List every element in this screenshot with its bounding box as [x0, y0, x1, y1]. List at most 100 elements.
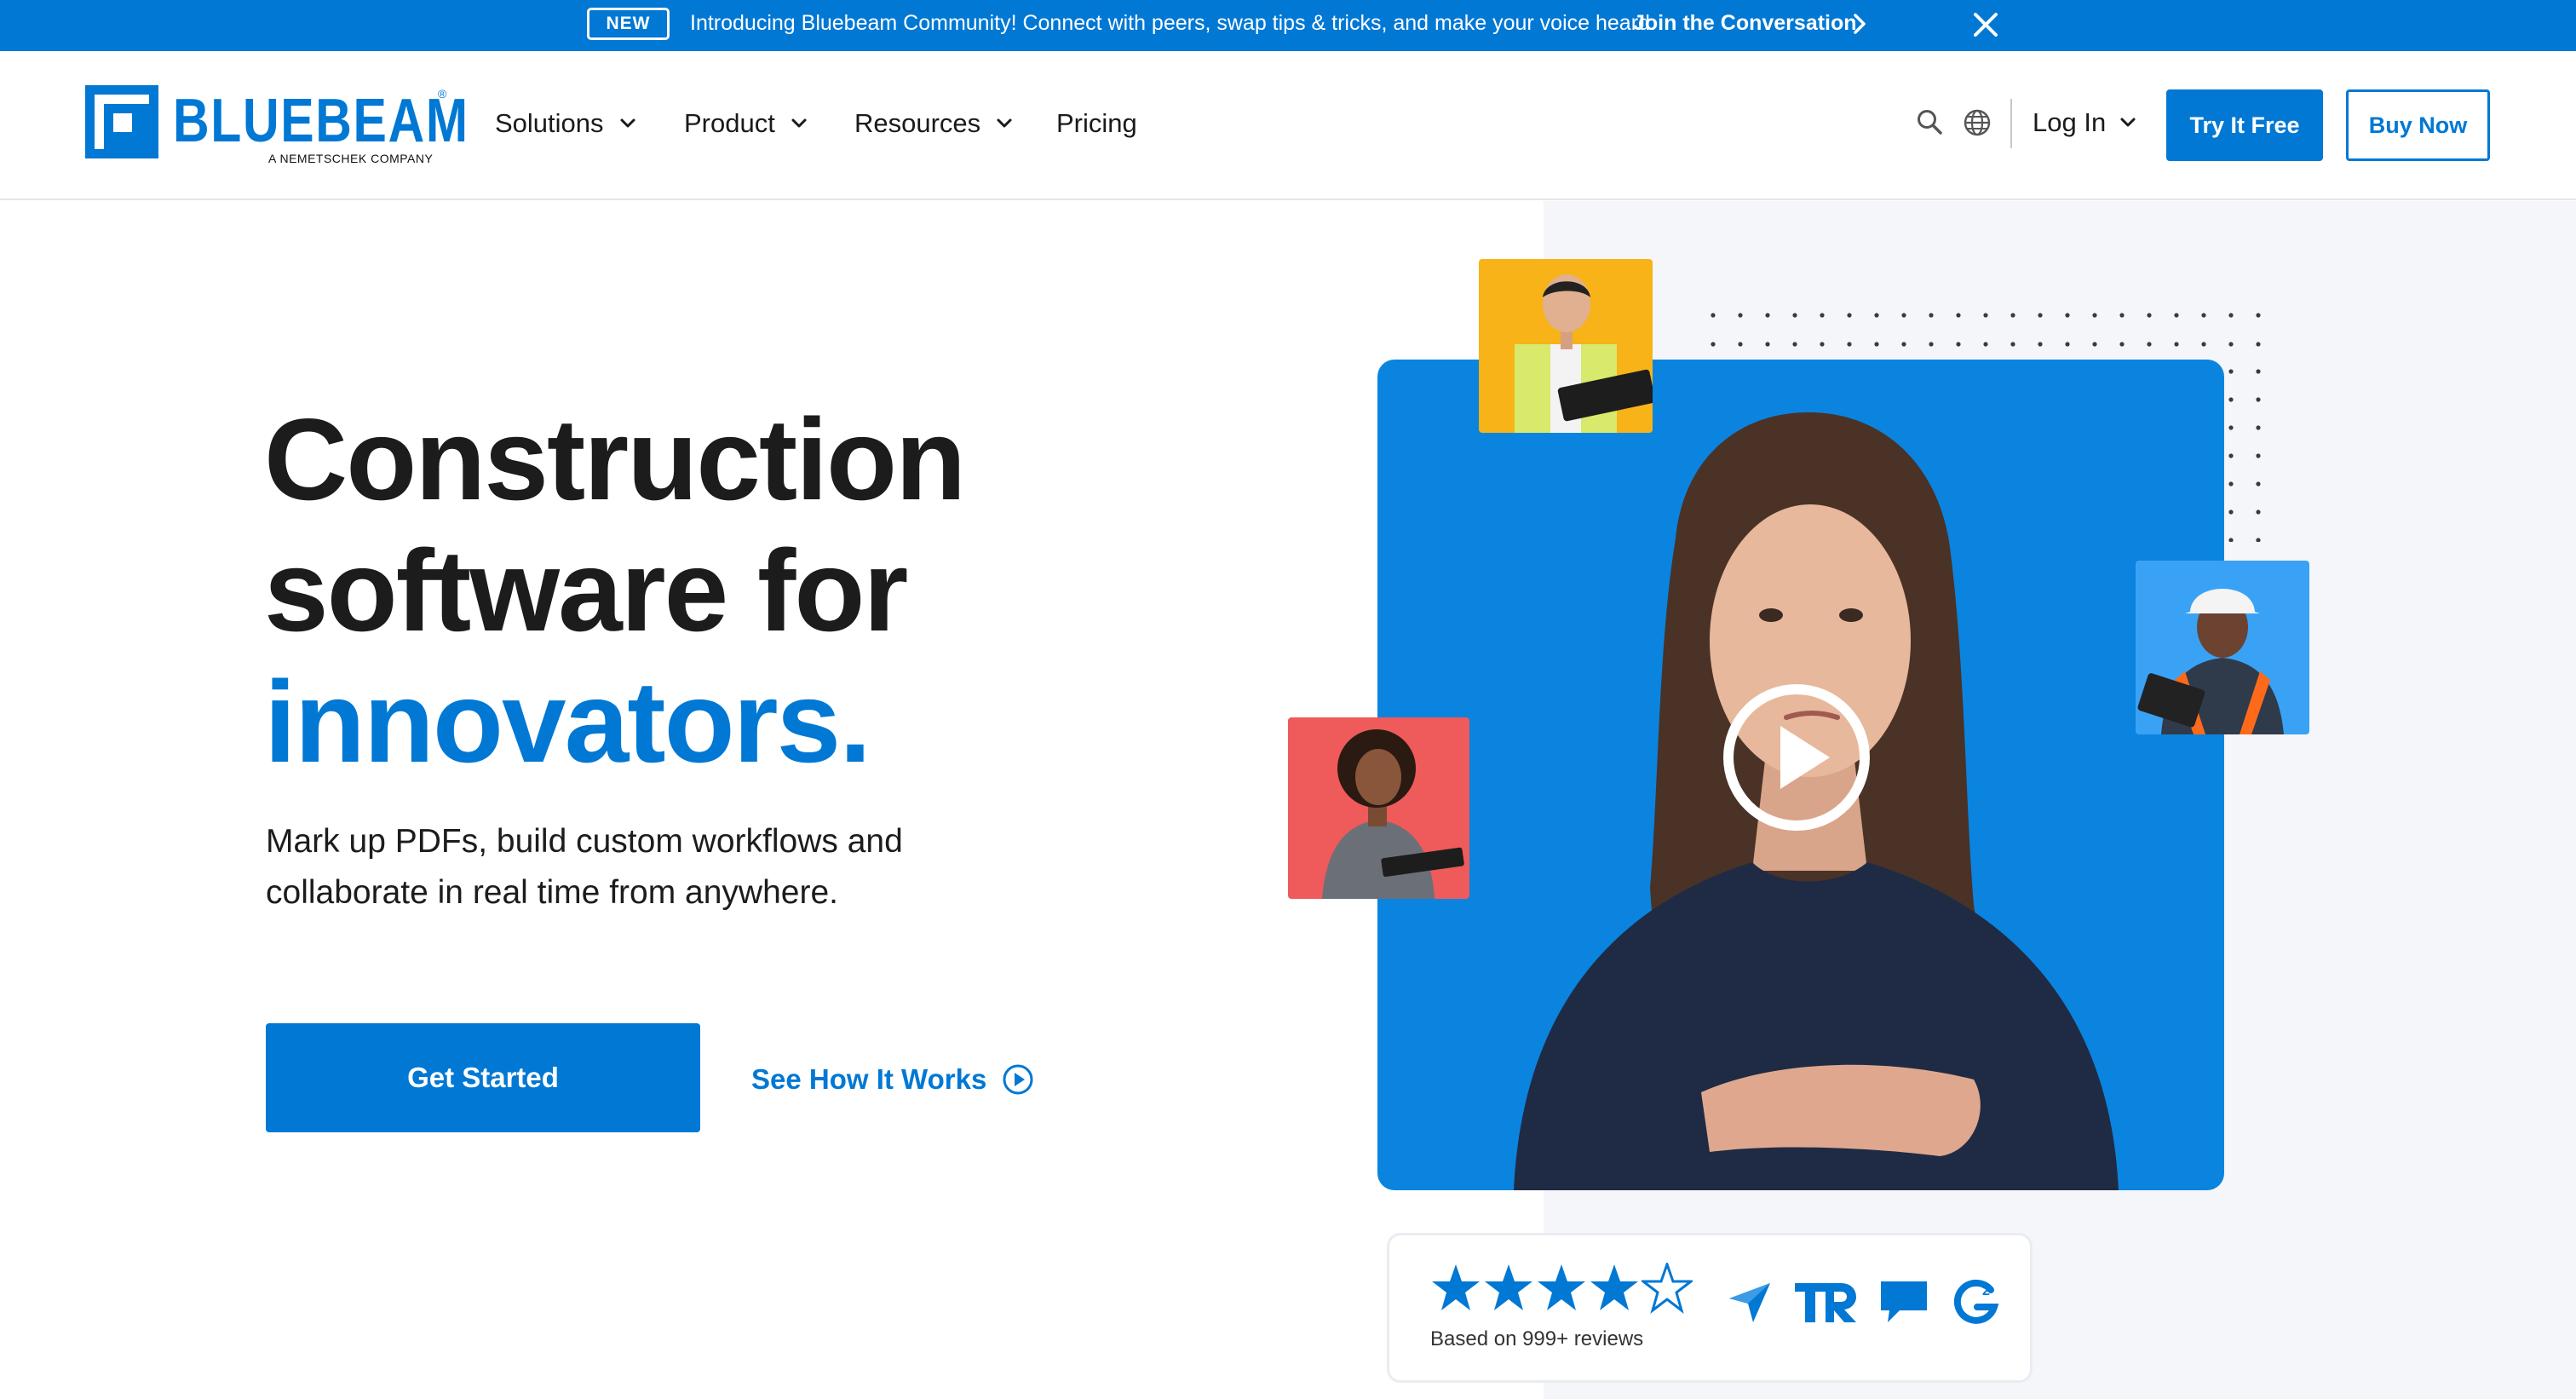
person-illustration [1515, 274, 1653, 433]
software-advice-icon [1881, 1281, 1927, 1322]
chevron-down-icon [620, 118, 635, 128]
decorative-dot [1956, 313, 1961, 318]
star-rating [1432, 1263, 1693, 1312]
decorative-dot [1792, 313, 1797, 318]
play-icon[interactable] [1721, 682, 1872, 833]
thumbnail-worker-hardhat [2136, 561, 2309, 734]
decorative-dot [2256, 342, 2261, 347]
logo-tagline: A NEMETSCHEK COMPANY [268, 152, 434, 165]
get-started-button[interactable]: Get Started [266, 1023, 700, 1132]
decorative-dot [2228, 538, 2234, 542]
chevron-down-icon [997, 118, 1012, 128]
nav-item-pricing[interactable]: Pricing [1056, 102, 1137, 145]
g2-icon: 2 [1953, 1279, 1999, 1324]
person-illustration [2137, 589, 2284, 734]
try-it-free-button[interactable]: Try It Free [2166, 89, 2323, 161]
hero-subcopy: Mark up PDFs, build custom workflows and… [266, 823, 903, 911]
decorative-dot [2256, 369, 2261, 374]
decorative-dot [1738, 342, 1743, 347]
decorative-dot [2174, 342, 2179, 347]
decorative-dot [2174, 313, 2179, 318]
new-badge: NEW [587, 8, 670, 40]
decorative-dot [1901, 313, 1906, 318]
decorative-dot [2065, 313, 2070, 318]
decorative-dot [2228, 397, 2234, 402]
decorative-dot [2201, 342, 2206, 347]
chevron-right-icon[interactable] [1849, 12, 1871, 36]
decorative-dot [2010, 313, 2015, 318]
decorative-dot [1738, 313, 1743, 318]
nav-item-product[interactable]: Product [684, 102, 808, 145]
close-icon[interactable] [1971, 10, 2000, 39]
decorative-dot [1711, 313, 1716, 318]
star-icon [1590, 1264, 1638, 1310]
decorative-dot [2256, 397, 2261, 402]
decorative-dot [1847, 342, 1852, 347]
svg-text:2: 2 [1982, 1284, 1990, 1298]
reviews-card: Based on 999+ reviews 2 [1387, 1233, 2033, 1383]
decorative-dot [2119, 313, 2125, 318]
decorative-dot [1820, 342, 1825, 347]
decorative-dot [2038, 342, 2043, 347]
join-conversation-link[interactable]: Join the Conversation [1633, 0, 1857, 46]
capterra-icon [1729, 1283, 1770, 1322]
decorative-dot [2228, 510, 2234, 515]
decorative-dot [2092, 342, 2097, 347]
decorative-dot [1847, 313, 1852, 318]
decorative-dot [2201, 313, 2206, 318]
globe-icon[interactable] [1962, 107, 1992, 138]
announcement-message: Introducing Bluebeam Community! Connect … [690, 11, 1656, 35]
decorative-dot [2256, 538, 2261, 542]
trustradius-icon [1795, 1283, 1856, 1322]
buy-now-button[interactable]: Buy Now [2346, 89, 2490, 161]
decorative-dot [1901, 342, 1906, 347]
decorative-dot [2256, 313, 2261, 318]
see-how-it-works-link[interactable]: See How It Works [751, 1060, 1034, 1099]
logo-wordmark: BLUEBEAM [173, 87, 469, 155]
decorative-dot [2119, 342, 2125, 347]
logo-mark-icon [85, 85, 158, 158]
decorative-dot [2065, 342, 2070, 347]
thumbnail-woman-tablet [1288, 717, 1469, 899]
headline-line-2: software for [264, 526, 908, 655]
decorative-dot [2256, 453, 2261, 458]
decorative-dot [1874, 313, 1879, 318]
decorative-dot [1874, 342, 1879, 347]
decorative-dot [1711, 342, 1716, 347]
reviews-caption: Based on 999+ reviews [1430, 1327, 1644, 1350]
hero-headline: Construction software for innovators. [264, 394, 966, 787]
decorative-dot [1983, 342, 1988, 347]
chevron-down-icon [2120, 118, 2136, 127]
star-icon [1485, 1264, 1532, 1310]
star-half-icon [1642, 1263, 1693, 1312]
play-circle-icon [1003, 1064, 1033, 1095]
site-header: BLUEBEAM ® A NEMETSCHEK COMPANY Solution… [0, 51, 2576, 200]
nav-item-resources[interactable]: Resources [854, 102, 1013, 145]
decorative-dot [1956, 342, 1961, 347]
logo-registered: ® [438, 87, 447, 101]
thumbnail-engineer-tablet [1479, 259, 1653, 433]
decorative-dot [2256, 481, 2261, 486]
decorative-dot [2092, 313, 2097, 318]
decorative-dot [1983, 313, 1988, 318]
decorative-dot [2147, 313, 2152, 318]
decorative-dot [2256, 510, 2261, 515]
nav-item-solutions[interactable]: Solutions [495, 102, 636, 145]
decorative-dot [1792, 342, 1797, 347]
decorative-dot [2256, 425, 2261, 430]
announcement-bar: NEW Introducing Bluebeam Community! Conn… [0, 0, 2576, 51]
chevron-down-icon [791, 118, 807, 128]
search-icon[interactable] [1915, 107, 1944, 136]
bluebeam-logo[interactable]: BLUEBEAM ® A NEMETSCHEK COMPANY [85, 85, 468, 179]
decorative-dot [2038, 313, 2043, 318]
decorative-dot [1765, 342, 1770, 347]
decorative-dot [1929, 342, 1934, 347]
decorative-dot [1765, 313, 1770, 318]
star-icon [1538, 1264, 1585, 1310]
decorative-dot [2228, 425, 2234, 430]
decorative-dot [2147, 342, 2152, 347]
login-menu[interactable]: Log In [2033, 102, 2136, 143]
decorative-dot [1820, 313, 1825, 318]
header-divider [2010, 99, 2012, 148]
decorative-dot [2228, 342, 2234, 347]
